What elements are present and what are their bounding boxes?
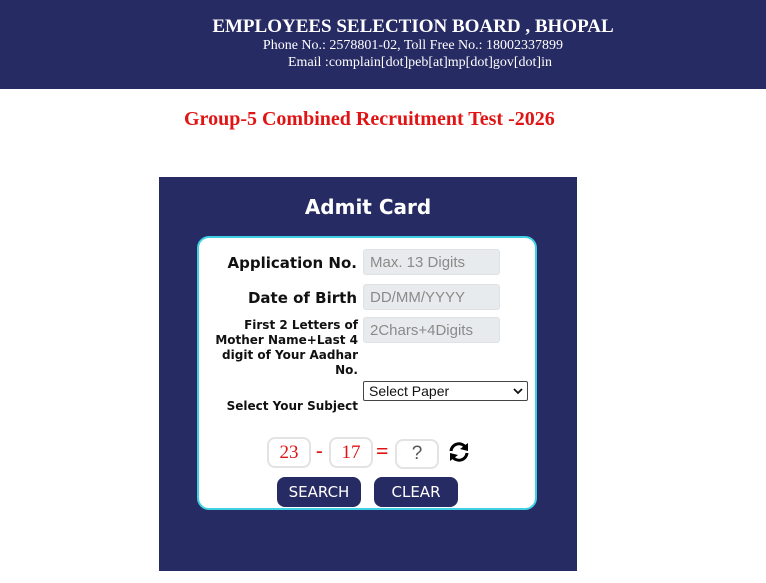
contact-email: Email :complain[dot]peb[at]mp[dot]gov[do… (288, 55, 552, 70)
subject-label: Select Your Subject (226, 399, 358, 413)
board-name: EMPLOYEES SELECTION BOARD , BHOPAL (212, 16, 614, 37)
application-no-label: Application No. (227, 254, 357, 272)
panel-title: Admit Card (304, 195, 432, 219)
dob-label: Date of Birth (247, 289, 357, 307)
chevron-down-icon (513, 388, 523, 395)
captcha-number-2: 17 (329, 437, 373, 468)
subject-select-value: Select Paper (369, 383, 450, 399)
subject-select[interactable]: Select Paper (363, 381, 528, 401)
refresh-icon[interactable] (447, 440, 471, 464)
application-no-input[interactable] (363, 249, 500, 275)
mother-aadhar-label: First 2 Letters of Mother Name+Last 4 di… (215, 318, 358, 377)
exam-title: Group-5 Combined Recruitment Test -2026 (184, 108, 555, 130)
admit-card-panel: Admit Card Application No. Date of Birth… (159, 177, 577, 571)
site-header: EMPLOYEES SELECTION BOARD , BHOPAL Phone… (0, 0, 766, 89)
captcha-operator: - (316, 440, 323, 462)
clear-button[interactable]: CLEAR (374, 477, 458, 507)
search-button[interactable]: SEARCH (277, 477, 361, 507)
captcha-equals: = (376, 438, 389, 463)
captcha-number-1: 23 (267, 437, 311, 468)
captcha-answer-input[interactable] (395, 439, 439, 469)
mother-aadhar-input[interactable] (363, 317, 500, 343)
dob-input[interactable] (363, 284, 500, 310)
contact-phone: Phone No.: 2578801-02, Toll Free No.: 18… (262, 38, 564, 53)
admit-card-form: Application No. Date of Birth First 2 Le… (197, 236, 537, 510)
